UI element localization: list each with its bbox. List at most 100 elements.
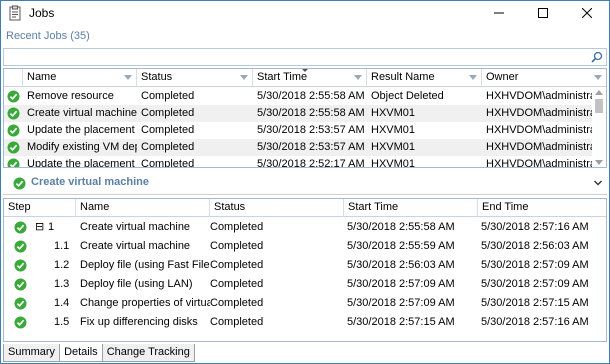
- job-name-cell: Remove resource: [27, 90, 114, 102]
- step-name-cell: Fix up differencing disks: [80, 316, 198, 328]
- check-circle-icon: [14, 259, 27, 272]
- column-header-status[interactable]: Status: [137, 69, 253, 87]
- job-name-cell: Create virtual machine: [27, 107, 137, 119]
- chevron-down-icon[interactable]: [593, 178, 603, 188]
- step-row[interactable]: 1.2 Deploy file (using Fast File Co...Com…: [4, 256, 606, 275]
- selected-job-header: Create virtual machine: [3, 171, 607, 195]
- detail-tabs: Summary Details Change Tracking: [3, 344, 195, 362]
- job-status-cell: Completed: [141, 124, 195, 136]
- step-row[interactable]: 1.3 Deploy file (using LAN) Completed 5/30/…: [4, 275, 606, 294]
- collapse-toggle-icon[interactable]: ⊟: [35, 218, 47, 237]
- check-circle-icon: [14, 221, 27, 234]
- job-name-cell: Modify existing VM depl...: [27, 141, 137, 153]
- step-start-time-cell: 5/30/2018 2:55:59 AM: [347, 240, 455, 252]
- column-label: End Time: [482, 201, 529, 213]
- search-box: [3, 48, 607, 66]
- step-row[interactable]: 1.5 Fix up differencing disks Completed 5/3…: [4, 313, 606, 332]
- column-header-name[interactable]: Name: [23, 69, 137, 87]
- step-number-cell: 1.3: [54, 278, 70, 290]
- step-name-cell: Create virtual machine: [80, 221, 191, 233]
- job-owner-cell: HXHVDOM\administrator: [486, 90, 594, 102]
- job-owner-cell: HXHVDOM\administrator: [486, 158, 594, 168]
- search-input[interactable]: [6, 50, 586, 64]
- minimize-button[interactable]: [477, 1, 521, 25]
- job-start-time-cell: 5/30/2018 2:53:57 AM: [257, 141, 365, 153]
- step-number-cell: 1.5: [54, 316, 70, 328]
- check-circle-icon: [14, 297, 27, 310]
- step-start-time-cell: 5/30/2018 2:57:15 AM: [347, 316, 455, 328]
- maximize-button[interactable]: [521, 1, 565, 25]
- column-label: Start Time: [257, 71, 308, 83]
- clipboard-icon: [7, 5, 23, 21]
- selected-job-title: Create virtual machine: [31, 176, 149, 188]
- job-owner-cell: HXHVDOM\administrator: [486, 141, 594, 153]
- filter-icon[interactable]: [240, 75, 248, 80]
- step-name-cell: Create virtual machine: [80, 240, 191, 252]
- column-header-step-start[interactable]: Start Time: [344, 199, 478, 217]
- check-circle-icon: [14, 278, 27, 291]
- check-circle-icon: [13, 177, 26, 190]
- step-end-time-cell: 5/30/2018 2:57:09 AM: [481, 259, 589, 271]
- column-header-step-status[interactable]: Status: [210, 199, 344, 217]
- column-label: Name: [27, 71, 57, 83]
- job-start-time-cell: 5/30/2018 2:55:58 AM: [257, 90, 365, 102]
- check-circle-icon: [7, 107, 20, 120]
- job-row[interactable]: Update the placement se... Completed 5/30/…: [4, 122, 594, 139]
- job-row[interactable]: Modify existing VM depl... Completed 5/30/…: [4, 139, 594, 156]
- status-icon-column[interactable]: [4, 69, 23, 87]
- job-result-name-cell: Object Deleted: [371, 90, 444, 102]
- filter-icon[interactable]: [469, 75, 477, 80]
- tab-summary[interactable]: Summary: [3, 344, 61, 362]
- filter-icon[interactable]: [594, 75, 602, 80]
- column-header-step-end[interactable]: End Time: [478, 199, 606, 217]
- recent-jobs-header: Recent Jobs (35): [6, 30, 90, 42]
- step-name-cell: Change properties of virtual...: [80, 297, 210, 309]
- job-status-cell: Completed: [141, 158, 195, 168]
- column-header-step[interactable]: Step: [4, 199, 76, 217]
- column-label: Owner: [486, 71, 519, 83]
- step-status-cell: Completed: [210, 259, 264, 271]
- job-row[interactable]: Remove resource Completed 5/30/2018 2:55:5…: [4, 88, 594, 105]
- jobs-scrollbar[interactable]: [592, 87, 606, 167]
- close-button[interactable]: [565, 1, 609, 25]
- tab-details[interactable]: Details: [59, 344, 103, 362]
- step-row[interactable]: ⊟ 1 Create virtual machine Completed 5/30/20…: [4, 218, 606, 237]
- column-header-step-name[interactable]: Name: [76, 199, 210, 217]
- step-number-cell: 1.2: [54, 259, 70, 271]
- step-name-cell: Deploy file (using Fast File Co...: [80, 259, 210, 271]
- search-icon[interactable]: [591, 51, 603, 63]
- column-header-owner[interactable]: Owner: [482, 69, 606, 87]
- step-row[interactable]: 1.4 Change properties of virtual... Comple…: [4, 294, 606, 313]
- job-status-cell: Completed: [141, 90, 195, 102]
- jobs-table-header: Name Status Start Time Result Name Owner: [4, 69, 606, 87]
- column-label: Result Name: [371, 71, 435, 83]
- column-header-start-time[interactable]: Start Time: [253, 69, 367, 87]
- step-end-time-cell: 5/30/2018 2:57:16 AM: [481, 316, 589, 328]
- column-label: Name: [80, 201, 110, 213]
- tab-change-tracking[interactable]: Change Tracking: [101, 344, 195, 362]
- job-start-time-cell: 5/30/2018 2:55:58 AM: [257, 107, 365, 119]
- step-start-time-cell: 5/30/2018 2:57:09 AM: [347, 297, 455, 309]
- scroll-up-icon[interactable]: [595, 90, 603, 95]
- step-end-time-cell: 5/30/2018 2:57:15 AM: [481, 297, 589, 309]
- filter-icon[interactable]: [124, 75, 132, 80]
- step-status-cell: Completed: [210, 278, 264, 290]
- job-steps-table: Step Name Status Start Time End Time ⊟ 1 C…: [3, 198, 607, 342]
- job-row[interactable]: Create virtual machine Completed 5/30/2018…: [4, 105, 594, 122]
- column-header-result-name[interactable]: Result Name: [367, 69, 482, 87]
- job-name-cell: Update the placement se...: [27, 124, 137, 136]
- filter-icon[interactable]: [354, 75, 362, 80]
- job-row[interactable]: Update the placement se... Completed 5/30/…: [4, 156, 594, 168]
- step-start-time-cell: 5/30/2018 2:55:58 AM: [347, 221, 455, 233]
- scroll-thumb[interactable]: [595, 99, 603, 113]
- job-name-cell: Update the placement se...: [27, 158, 137, 168]
- column-label: Start Time: [348, 201, 399, 213]
- job-start-time-cell: 5/30/2018 2:52:17 AM: [257, 158, 365, 168]
- step-status-cell: Completed: [210, 316, 264, 328]
- step-row[interactable]: 1.1 Create virtual machine Completed 5/30/2…: [4, 237, 606, 256]
- close-icon: [582, 8, 592, 18]
- minimize-icon: [494, 12, 504, 14]
- check-circle-icon: [7, 124, 20, 137]
- scroll-down-icon[interactable]: [595, 160, 603, 165]
- column-label: Step: [8, 201, 31, 213]
